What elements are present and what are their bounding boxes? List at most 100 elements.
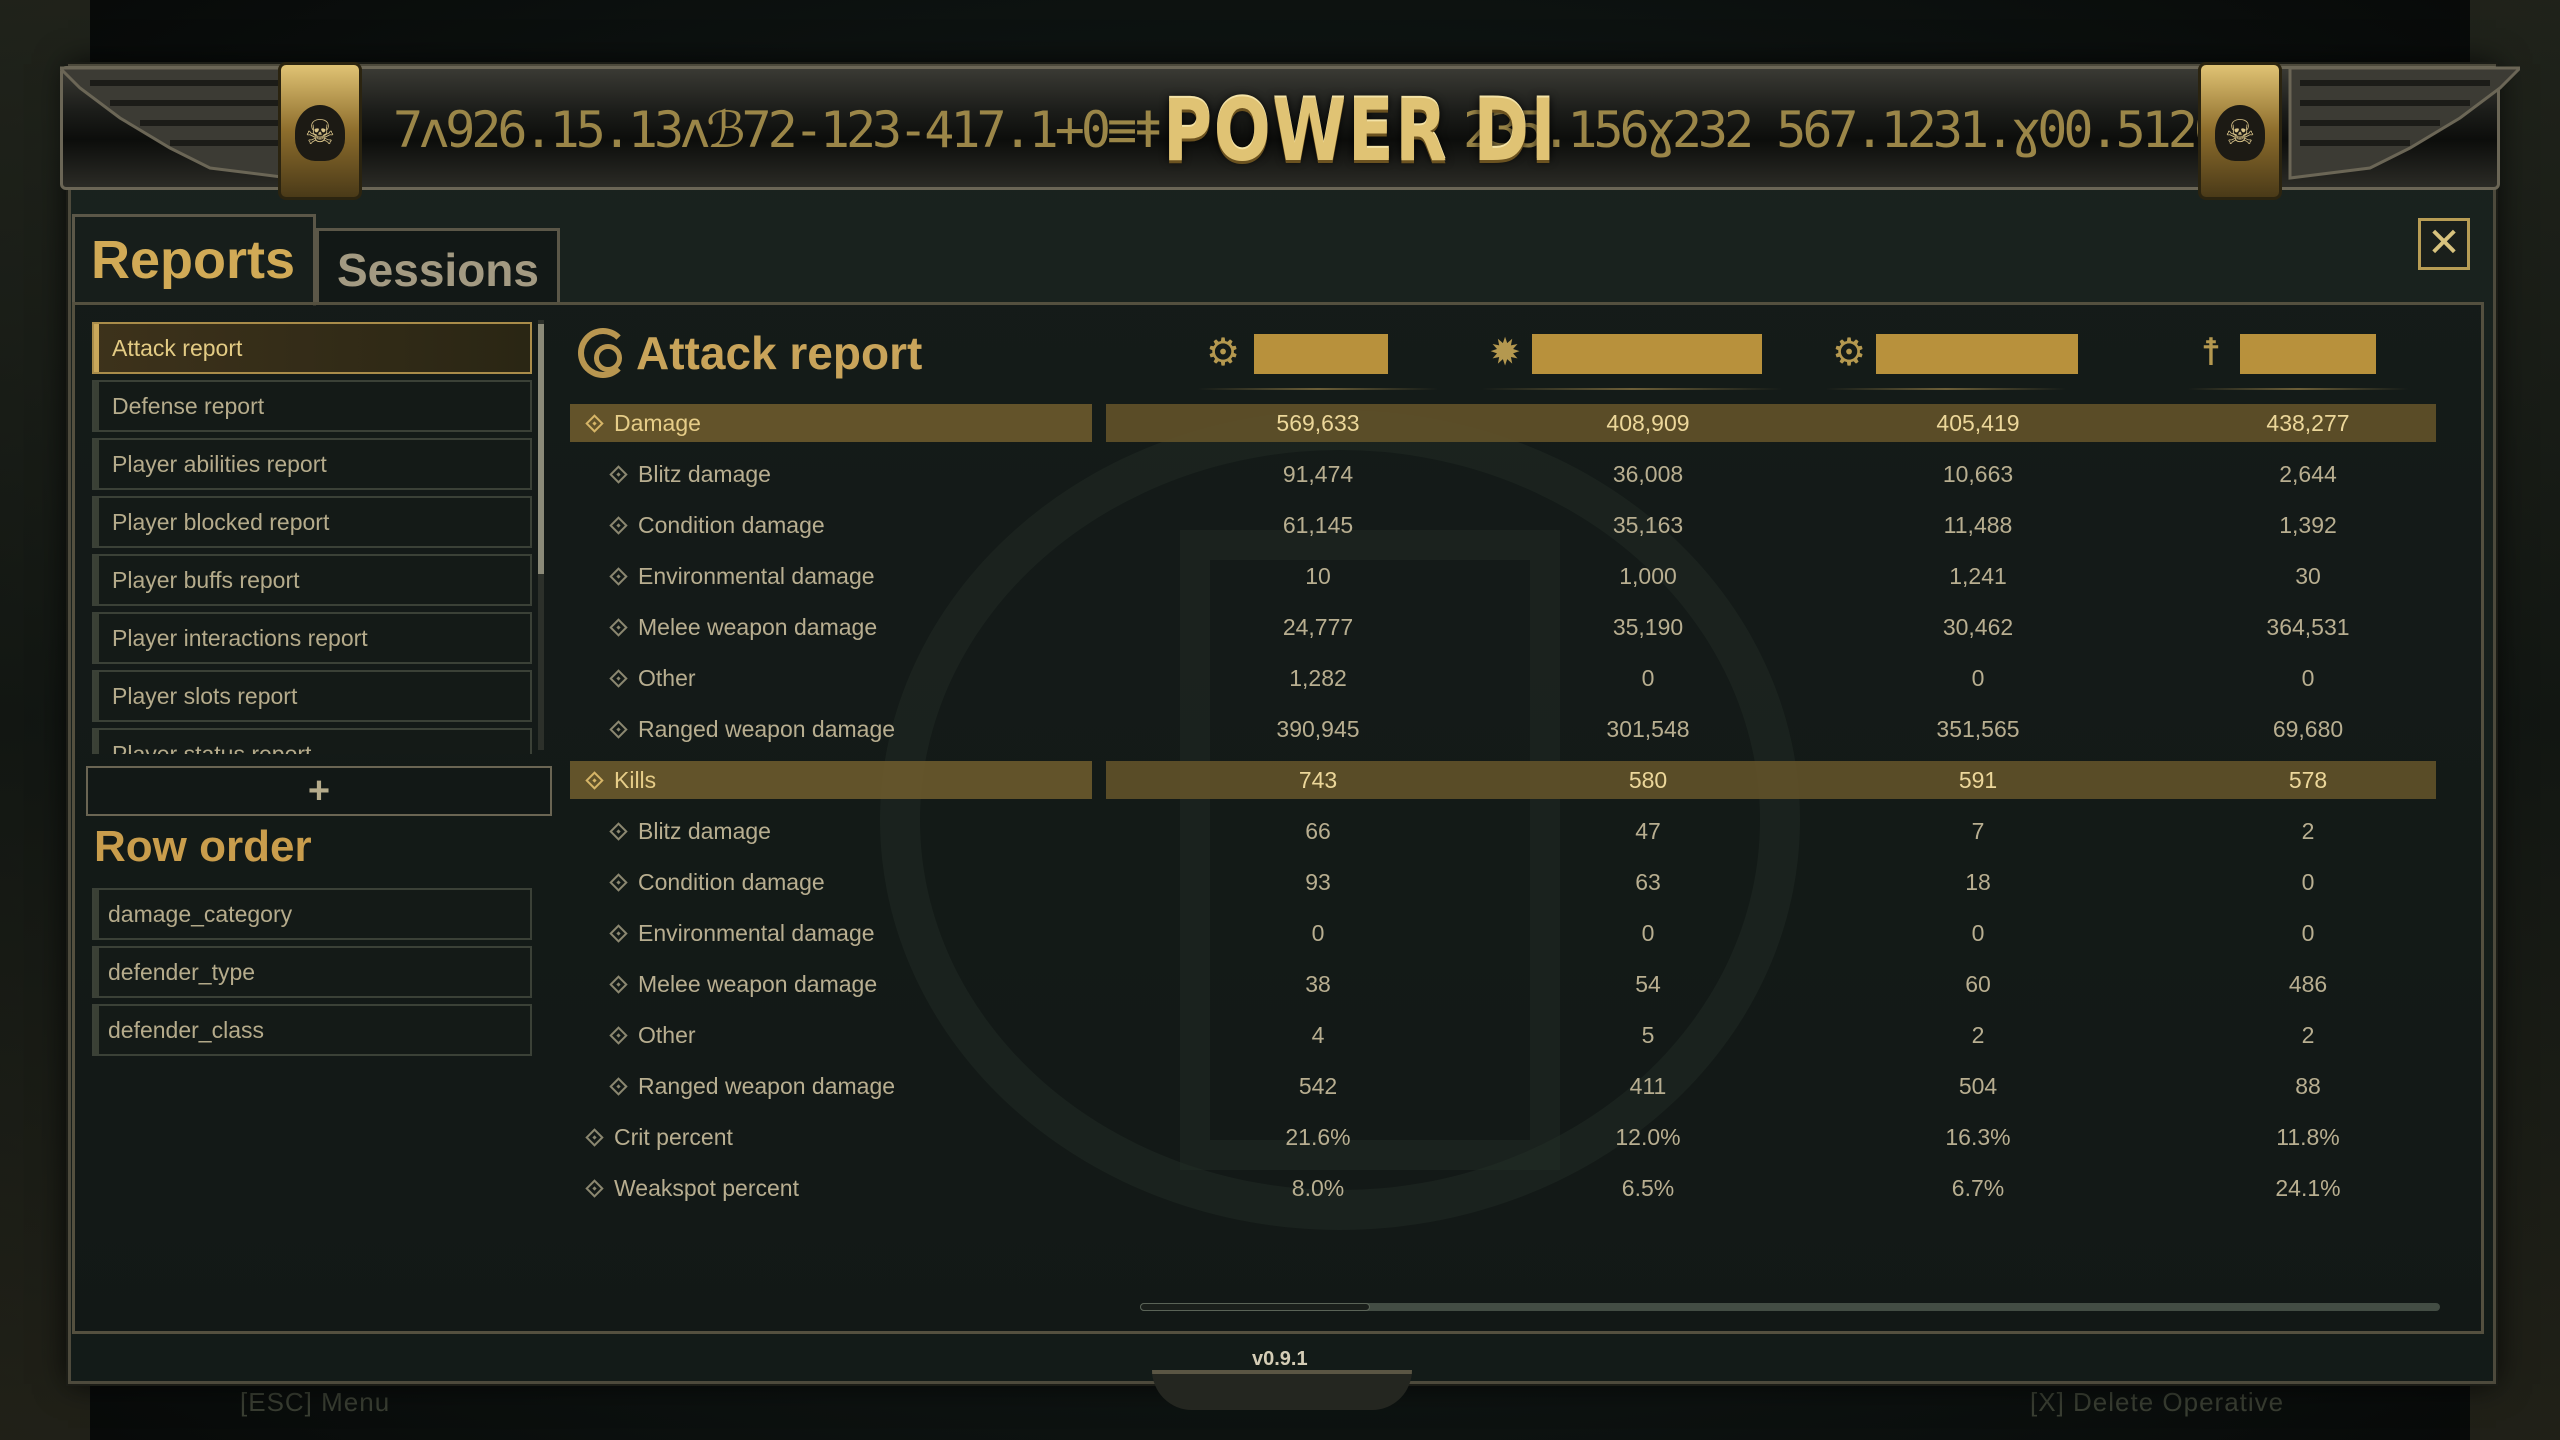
add-report-button[interactable]: + <box>86 766 552 816</box>
row-order-item[interactable]: defender_type <box>92 946 532 998</box>
cell-value: 0 <box>1641 665 1655 691</box>
diamond-icon <box>609 924 628 943</box>
table-row[interactable]: Environmental damage 10 1,000 1,241 30 <box>570 557 2436 595</box>
cell-value: 405,419 <box>1936 410 2020 436</box>
table-row[interactable]: Environmental damage 0 0 0 0 <box>570 914 2436 952</box>
diamond-icon <box>609 669 628 688</box>
cell-value: 35,190 <box>1612 614 1684 640</box>
cell-value: 351,565 <box>1936 716 2020 742</box>
cog-class-icon: ⚙ <box>1205 332 1241 374</box>
cog-class-icon: ⚙ <box>1831 332 1867 374</box>
cell-value: 578 <box>2288 767 2328 793</box>
diamond-icon <box>609 567 628 586</box>
table-row[interactable]: Weakspot percent 8.0% 6.5% 6.7% 24.1% <box>570 1169 2436 1207</box>
background-delete-hint: [X] Delete Operative <box>2030 1387 2285 1417</box>
column-header: ✹ <box>1482 330 1782 390</box>
cell-value: 24,777 <box>1282 614 1354 640</box>
cell-value: 61,145 <box>1282 512 1354 538</box>
version-label: v0.9.1 <box>1252 1348 1308 1370</box>
cell-value: 66 <box>1305 818 1331 844</box>
row-order-item[interactable]: damage_category <box>92 888 532 940</box>
row-label: Environmental damage <box>638 920 875 946</box>
category-row[interactable]: Kills 743 580 591 578 <box>570 761 2436 799</box>
cell-value: 504 <box>1958 1073 1998 1099</box>
cell-value: 54 <box>1635 971 1661 997</box>
table-row[interactable]: Blitz damage 66 47 7 2 <box>570 812 2436 850</box>
cell-value: 16.3% <box>1945 1124 2011 1150</box>
cell-value: 2,644 <box>2279 461 2337 487</box>
cell-value: 2 <box>2301 1022 2315 1048</box>
cell-value: 30 <box>2295 563 2321 589</box>
cell-value: 5 <box>1641 1022 1655 1048</box>
table-row[interactable]: Other 4 5 2 2 <box>570 1016 2436 1054</box>
cell-value: 69,680 <box>2272 716 2344 742</box>
cell-value: 569,633 <box>1276 410 1360 436</box>
table-row[interactable]: Melee weapon damage 24,777 35,190 30,462 364… <box>570 608 2436 646</box>
row-label: Other <box>638 665 696 691</box>
row-label: Damage <box>614 410 701 436</box>
report-item-player-blocked[interactable]: Player blocked report <box>92 496 532 548</box>
column-header: ☨ <box>2188 330 2408 390</box>
cell-value: 0 <box>1311 920 1325 946</box>
cell-value: 0 <box>1971 920 1985 946</box>
report-list[interactable]: Attack report Defense report Player abil… <box>86 318 550 754</box>
cell-value: 93 <box>1305 869 1331 895</box>
table-horizontal-scrollbar[interactable] <box>1140 1303 2440 1311</box>
row-label: Melee weapon damage <box>638 971 878 997</box>
report-item-player-interactions[interactable]: Player interactions report <box>92 612 532 664</box>
table-row[interactable]: Condition damage 61,145 35,163 11,488 1,392 <box>570 506 2436 544</box>
report-list-scrollbar[interactable] <box>538 320 544 750</box>
table-row[interactable]: Blitz damage 91,474 36,008 10,663 2,644 <box>570 455 2436 493</box>
row-label: Weakspot percent <box>614 1175 799 1201</box>
diamond-icon <box>609 516 628 535</box>
cell-value: 63 <box>1635 869 1661 895</box>
diamond-icon <box>609 1026 628 1045</box>
row-label: Blitz damage <box>638 818 771 844</box>
tab-sessions[interactable]: Sessions <box>316 228 560 304</box>
cell-value: 591 <box>1958 767 1998 793</box>
cell-value: 580 <box>1628 767 1668 793</box>
tab-reports[interactable]: Reports <box>72 214 316 306</box>
table-row[interactable]: Melee weapon damage 38 54 60 486 <box>570 965 2436 1003</box>
cell-value: 10 <box>1305 563 1331 589</box>
report-item-player-buffs[interactable]: Player buffs report <box>92 554 532 606</box>
diamond-icon <box>609 720 628 739</box>
diamond-icon <box>585 1128 604 1147</box>
cell-value: 36,008 <box>1612 461 1684 487</box>
diamond-icon <box>585 1179 604 1198</box>
cell-value: 11.8% <box>2276 1124 2340 1150</box>
cell-value: 2 <box>2301 818 2315 844</box>
skull-emblem-left-icon: ☠ <box>278 62 362 200</box>
row-order-title: Row order <box>94 822 312 871</box>
table-row[interactable]: Crit percent 21.6% 12.0% 16.3% 11.8% <box>570 1118 2436 1156</box>
close-button[interactable]: ✕ <box>2418 218 2470 270</box>
table-row[interactable]: Ranged weapon damage 542 411 504 88 <box>570 1067 2436 1105</box>
row-order-item[interactable]: defender_class <box>92 1004 532 1056</box>
cell-value: 6.5% <box>1621 1175 1675 1201</box>
category-row[interactable]: Damage 569,633 408,909 405,419 438,277 <box>570 404 2436 442</box>
table-row[interactable]: Condition damage 93 63 18 0 <box>570 863 2436 901</box>
cell-value: 6.7% <box>1951 1175 2005 1201</box>
report-item-defense[interactable]: Defense report <box>92 380 532 432</box>
cell-value: 743 <box>1298 767 1338 793</box>
diamond-icon <box>609 975 628 994</box>
report-item-player-slots[interactable]: Player slots report <box>92 670 532 722</box>
report-item-attack[interactable]: Attack report <box>92 322 532 374</box>
cell-value: 542 <box>1298 1073 1338 1099</box>
cell-value: 0 <box>2301 869 2315 895</box>
column-name-bar <box>1876 334 2078 374</box>
table-row[interactable]: Other 1,282 0 0 0 <box>570 659 2436 697</box>
cell-value: 0 <box>2301 920 2315 946</box>
report-item-player-status[interactable]: Player status report <box>92 728 532 754</box>
row-label: Ranged weapon damage <box>638 716 896 742</box>
cell-value: 88 <box>2295 1073 2321 1099</box>
scrollbar-thumb[interactable] <box>1140 1303 1370 1311</box>
table-row[interactable]: Ranged weapon damage 390,945 301,548 351,56… <box>570 710 2436 748</box>
scrollbar-thumb[interactable] <box>538 324 544 574</box>
report-item-player-abilities[interactable]: Player abilities report <box>92 438 532 490</box>
title-bar: 7ʌ926.15.13ʌℬ72-123-417.1+0≡ǂ1 ᑕ⸸32.48≡7… <box>60 66 2500 190</box>
cell-value: 91,474 <box>1282 461 1354 487</box>
row-label: Environmental damage <box>638 563 875 589</box>
cell-value: 0 <box>2301 665 2315 691</box>
cell-value: 11,488 <box>1943 512 2013 538</box>
